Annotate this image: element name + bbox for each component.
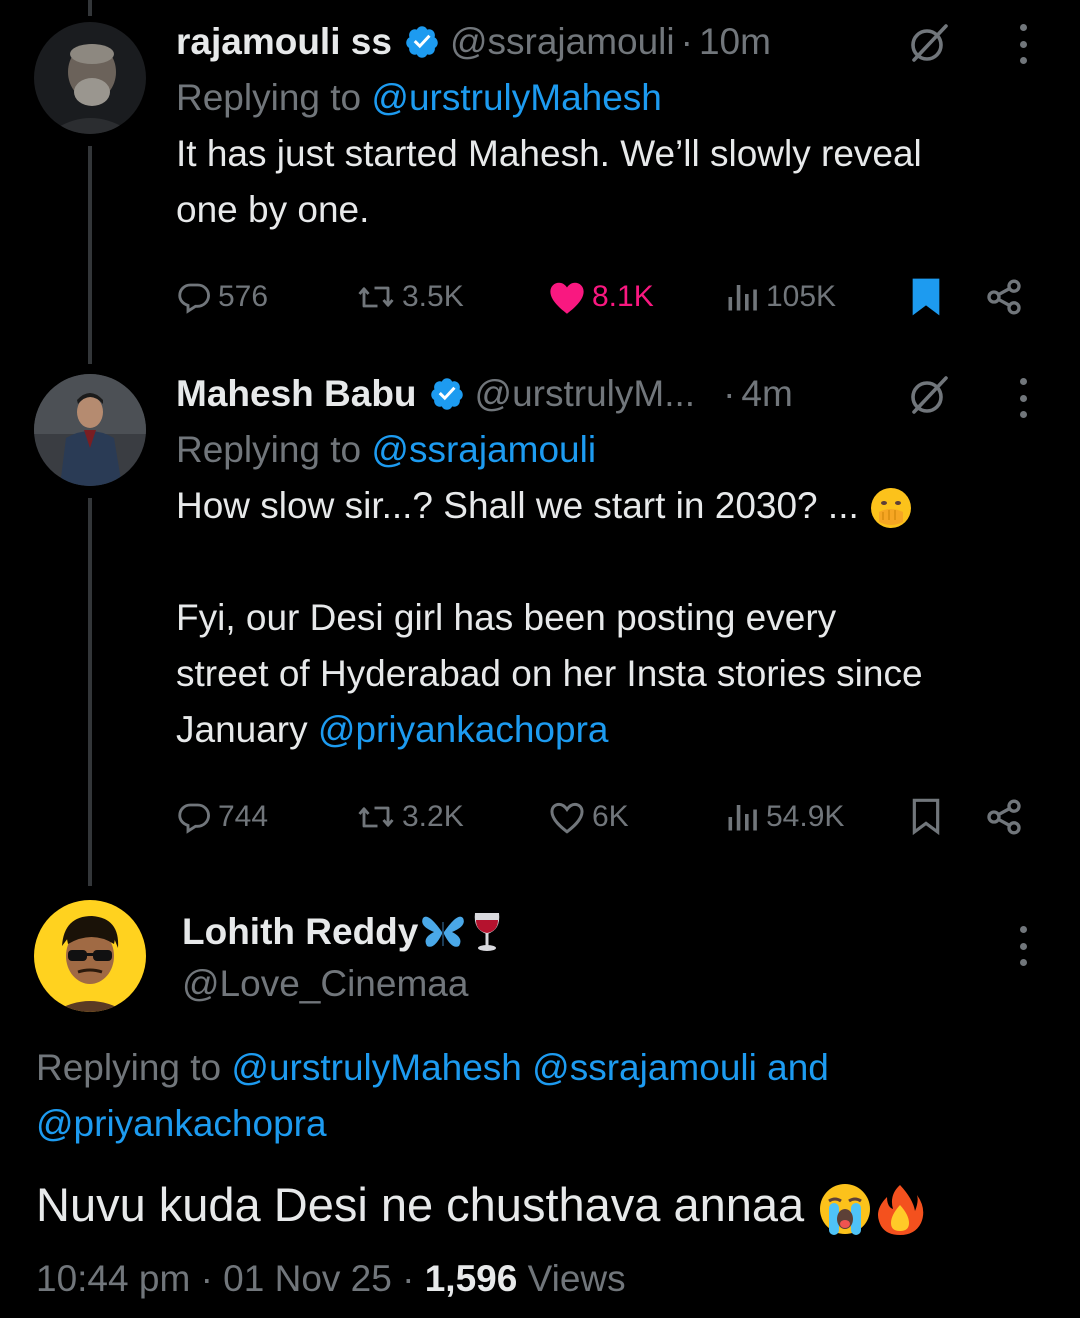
main-tweet-header: Lohith Reddy	[182, 904, 504, 960]
fire-icon	[878, 1184, 924, 1235]
bookmark-icon	[912, 798, 940, 836]
thread-line	[88, 0, 92, 16]
mention-link[interactable]: @priyankachopra	[36, 1103, 327, 1144]
author-handle[interactable]: @urstrulyM...	[475, 373, 696, 415]
thread-line	[88, 498, 92, 886]
reply-icon	[178, 803, 210, 834]
thread-line	[88, 146, 92, 364]
retweet-icon	[358, 806, 394, 828]
separator: ·	[200, 1258, 224, 1299]
reply-button[interactable]: 744	[176, 792, 268, 842]
main-tweet-text: Nuvu kuda Desi ne chusthava annaa	[36, 1172, 927, 1238]
tweet-mahesh[interactable]: Mahesh Babu @urstrulyM... · 4m Replying …	[176, 366, 1050, 758]
heart-filled-icon	[550, 282, 584, 314]
heart-icon	[550, 802, 584, 834]
avatar-mahesh[interactable]	[34, 374, 146, 486]
share-icon	[987, 279, 1021, 315]
mention-link[interactable]: @priyankachopra	[318, 709, 609, 750]
reply-icon	[178, 283, 210, 314]
grok-icon[interactable]	[906, 20, 952, 66]
tweet-time[interactable]: 10m	[699, 21, 771, 63]
views-label: Views	[527, 1258, 626, 1299]
share-button[interactable]	[984, 272, 1030, 322]
tweet-actions: 576 3.5K 8.1K 105K	[176, 272, 1036, 322]
replying-to: Replying to @urstrulyMahesh @ssrajamouli…	[36, 1047, 829, 1144]
views-icon	[728, 805, 757, 831]
tweet-date[interactable]: 01 Nov 25	[223, 1258, 392, 1299]
author-handle[interactable]: @ssrajamouli	[450, 21, 675, 63]
verified-badge-icon	[430, 378, 463, 410]
grok-icon[interactable]	[906, 372, 952, 418]
share-button[interactable]	[984, 792, 1030, 842]
tweet-text: It has just started Mahesh. We’ll slowly…	[176, 133, 922, 230]
bookmark-button[interactable]	[908, 272, 950, 322]
tweet-actions: 744 3.2K 6K 54.9K	[176, 792, 1036, 842]
more-options-icon[interactable]	[1017, 926, 1029, 966]
tweet-meta: 10:44 pm · 01 Nov 25 · 1,596 Views	[36, 1258, 626, 1300]
author-name[interactable]: Mahesh Babu	[176, 373, 417, 415]
retweet-button[interactable]: 3.2K	[356, 792, 464, 842]
retweet-button[interactable]: 3.5K	[356, 272, 464, 322]
avatar-rajamouli[interactable]	[34, 22, 146, 134]
views-button[interactable]: 105K	[724, 272, 836, 322]
like-button[interactable]: 6K	[548, 792, 629, 842]
share-icon	[987, 799, 1021, 835]
retweet-icon	[358, 286, 394, 308]
bookmark-filled-icon	[912, 278, 940, 316]
reply-button[interactable]: 576	[176, 272, 268, 322]
author-name[interactable]: rajamouli ss	[176, 21, 392, 63]
replying-to: Replying to @ssrajamouli	[176, 429, 597, 470]
tweet-text: How slow sir...? Shall we start in 2030?…	[176, 485, 923, 750]
views-count: 1,596	[424, 1258, 518, 1299]
loudly-crying-face-icon	[820, 1183, 871, 1235]
tweet-time[interactable]: 4m	[741, 373, 792, 415]
tweet-time[interactable]: 10:44 pm	[36, 1258, 190, 1299]
more-options-icon[interactable]	[1017, 24, 1029, 64]
separator: ·	[680, 21, 693, 62]
avatar-lohith[interactable]	[34, 900, 146, 1012]
like-button[interactable]: 8.1K	[548, 272, 654, 322]
mention-link[interactable]: @urstrulyMahesh	[371, 77, 662, 118]
author-name[interactable]: Lohith Reddy	[182, 911, 418, 953]
separator: ·	[723, 373, 736, 414]
wine-glass-icon	[475, 913, 500, 951]
separator: ·	[402, 1258, 425, 1299]
main-tweet-handle[interactable]: @Love_Cinemaa	[182, 956, 468, 1012]
more-options-icon[interactable]	[1017, 378, 1029, 418]
mention-link[interactable]: @ssrajamouli	[371, 429, 596, 470]
verified-badge-icon	[406, 26, 438, 58]
butterfly-icon	[422, 916, 465, 947]
face-with-hand-over-mouth-icon	[871, 488, 912, 529]
mention-link[interactable]: @urstrulyMahesh @ssrajamouli and	[231, 1047, 828, 1088]
views-button[interactable]: 54.9K	[724, 792, 844, 842]
views-icon	[728, 285, 757, 311]
bookmark-button[interactable]	[908, 792, 950, 842]
replying-to: Replying to @urstrulyMahesh	[176, 77, 662, 118]
